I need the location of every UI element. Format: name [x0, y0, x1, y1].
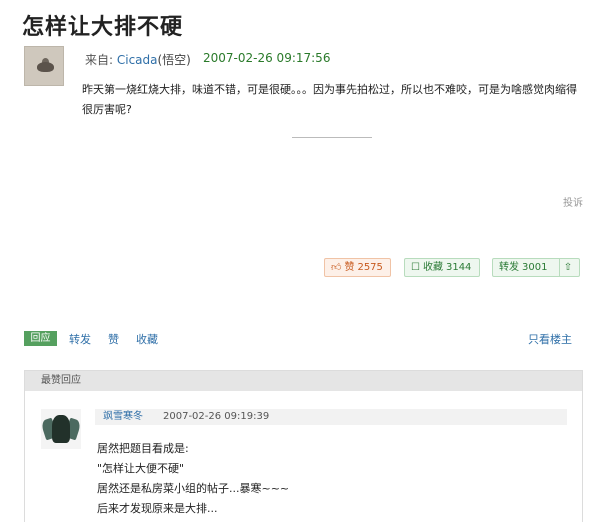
report-link[interactable]: 投诉: [563, 194, 583, 209]
author-name-link[interactable]: Cicada: [117, 53, 158, 67]
favorite-button[interactable]: ☐ 收藏 3144: [404, 258, 480, 277]
forward-button[interactable]: 转发 3001 ⇧: [492, 258, 580, 277]
post-meta: 来自: Cicada(悟空) 2007-02-26 09:17:56: [85, 51, 330, 68]
forward-link[interactable]: 转发: [69, 331, 91, 347]
content-divider: [292, 137, 372, 138]
reply-meta: 飒雪寒冬 2007-02-26 09:19:39: [95, 409, 567, 425]
only-owner-link[interactable]: 只看楼主: [528, 331, 572, 347]
like-label: 赞: [344, 262, 355, 273]
like-count: 2575: [357, 262, 383, 273]
reply-button[interactable]: 回应: [24, 331, 57, 346]
avatar-figure-body: [37, 62, 54, 72]
reply-line: 居然把题目看成是:: [97, 442, 189, 455]
post-body: 昨天第一烧红烧大排，味道不错，可是很硬。。。因为事先拍松过，所以也不难咬，可是为…: [82, 83, 577, 116]
forward-count: 3001: [522, 262, 548, 273]
author-suffix: (悟空): [157, 53, 191, 67]
post-timestamp: 2007-02-26 09:17:56: [203, 51, 331, 65]
page-title: 怎样让大排不硬: [22, 15, 184, 40]
favorite-link[interactable]: 收藏: [136, 331, 158, 347]
favorite-count: 3144: [445, 262, 472, 273]
action-bar: 回应 转发 赞 收藏 只看楼主: [24, 331, 584, 347]
avatar-figure: [52, 415, 70, 443]
top-replies-header: 最赞回应: [25, 371, 582, 391]
reply-line: 后来才发现原来是大排...: [97, 502, 218, 515]
reply-avatar[interactable]: [40, 409, 82, 449]
author-avatar[interactable]: [24, 46, 64, 86]
top-replies-panel: 最赞回应 飒雪寒冬 2007-02-26 09:19:39 居然把题目看成是: "…: [24, 370, 583, 522]
bookmark-icon: ☐: [411, 262, 420, 273]
like-link[interactable]: 赞: [108, 331, 119, 347]
reply-timestamp: 2007-02-26 09:19:39: [163, 411, 270, 422]
from-label: 来自:: [85, 53, 117, 67]
like-button[interactable]: 👍︎ 赞 2575: [324, 258, 391, 277]
share-icon[interactable]: ⇧: [559, 259, 576, 276]
reply-line: "怎样让大便不硬": [97, 462, 185, 475]
reply-author-link[interactable]: 飒雪寒冬: [103, 411, 143, 422]
reply-body: 居然把题目看成是: "怎样让大便不硬" 居然还是私房菜小组的帖子...暴寒~~~…: [97, 439, 567, 519]
reply-line: 居然还是私房菜小组的帖子...暴寒~~~: [97, 482, 290, 495]
thumbs-up-icon: 👍︎: [331, 262, 342, 273]
favorite-label: 收藏: [422, 262, 443, 273]
forward-label: 转发: [499, 262, 519, 273]
